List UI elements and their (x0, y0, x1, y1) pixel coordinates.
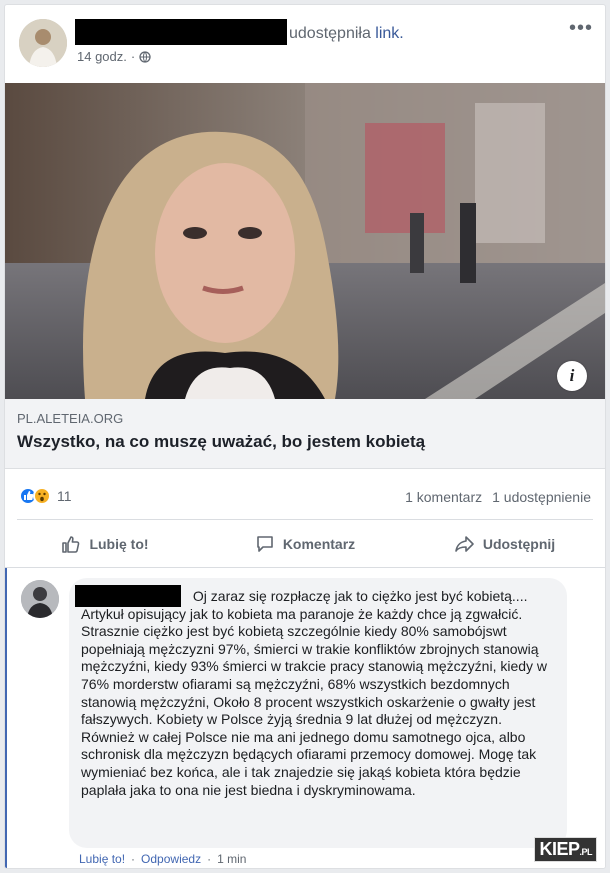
shares-count[interactable]: 1 udostępnienie (492, 489, 591, 505)
comment-button[interactable]: Komentarz (205, 521, 405, 567)
shared-link-text: udostępniła link. (289, 25, 404, 42)
stats-right: 1 komentarz 1 udostępnienie (405, 489, 591, 505)
comment-text: Oj zaraz się rozpłaczę jak to ciężko jes… (81, 588, 548, 798)
commenter-avatar[interactable] (21, 580, 59, 618)
author-avatar[interactable] (19, 19, 67, 67)
like-label: Lubię to! (89, 536, 149, 552)
link-domain: PL.ALETEIA.ORG (17, 411, 124, 426)
comment-time[interactable]: 1 min (217, 852, 246, 866)
info-button[interactable]: i (557, 361, 587, 391)
link-title[interactable]: Wszystko, na co muszę uważać, bo jestem … (17, 432, 425, 452)
comment-label: Komentarz (282, 536, 356, 552)
post-time[interactable]: 14 godz. (77, 49, 127, 64)
globe-icon (139, 50, 151, 63)
post-header: udostępniła link. 14 godz. · ••• (5, 5, 605, 83)
share-label: Udostępnij (482, 536, 556, 552)
reactions-count: 11 (57, 488, 72, 504)
link-word[interactable]: link. (375, 25, 403, 42)
share-button[interactable]: Udostępnij (405, 521, 605, 567)
action-bar: Lubię to! Komentarz Udostępnij (5, 521, 605, 567)
comment-icon (257, 536, 273, 552)
link-preview-image[interactable]: i (5, 83, 605, 399)
reactions[interactable]: 11 (19, 487, 72, 505)
thumbs-up-icon (62, 536, 80, 553)
post-stats: 11 1 komentarz 1 udostępnienie (5, 469, 605, 519)
post-meta: 14 godz. · (77, 49, 151, 64)
redacted-author-name (75, 19, 287, 45)
comments-section: Oj zaraz się rozpłaczę jak to ciężko jes… (5, 568, 605, 868)
comment-reply-link[interactable]: Odpowiedz (141, 852, 201, 866)
post-card: udostępniła link. 14 godz. · ••• i PL.AL… (4, 4, 606, 869)
wow-reaction-icon (33, 487, 51, 505)
comment-bubble: Oj zaraz się rozpłaczę jak to ciężko jes… (69, 578, 567, 848)
comments-count[interactable]: 1 komentarz (405, 489, 482, 505)
share-icon (455, 536, 474, 552)
link-preview-caption[interactable]: PL.ALETEIA.ORG Wszystko, na co muszę uwa… (5, 399, 605, 469)
redacted-commenter-name-block (75, 585, 181, 607)
ellipsis-icon[interactable]: ••• (569, 17, 593, 40)
comment-footer: Lubię to! · Odpowiedz · 1 min (79, 852, 247, 866)
comment-like-link[interactable]: Lubię to! (79, 852, 125, 866)
watermark-logo: KIEP.PL (534, 837, 597, 862)
like-button[interactable]: Lubię to! (5, 521, 205, 567)
divider (17, 519, 593, 520)
